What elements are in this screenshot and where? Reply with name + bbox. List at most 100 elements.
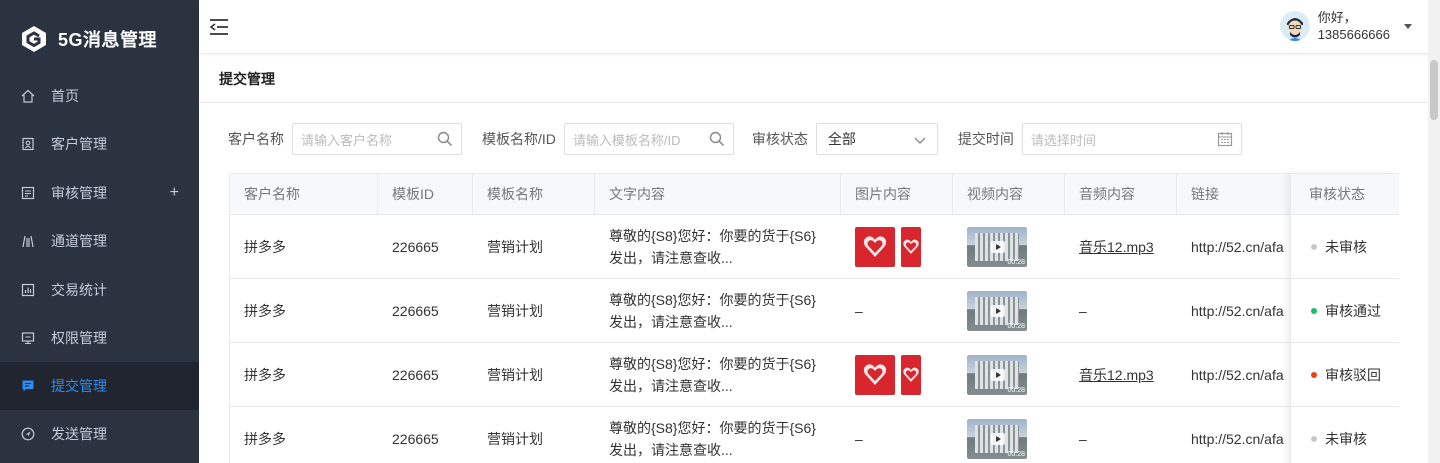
expand-icon[interactable]: + (170, 184, 179, 202)
sidebar-item-submit[interactable]: 提交管理 (0, 362, 199, 410)
column-header[interactable]: 链接 (1177, 174, 1291, 214)
status-cell: 未审核 (1291, 215, 1399, 279)
video-thumbnail[interactable]: 00:28 (967, 354, 1027, 395)
video-thumbnail[interactable]: 00:28 (967, 290, 1027, 331)
video-content-cell: 00:28 (953, 343, 1065, 406)
search-icon[interactable] (709, 131, 725, 147)
table-header: 客户名称 模板ID 模板名称 文字内容 图片内容 视频内容 音频内容 链接 (230, 173, 1398, 215)
customer-cell: 拼多多 (244, 302, 286, 319)
chevron-down-icon[interactable] (1404, 23, 1412, 29)
chevron-down-icon (913, 133, 927, 147)
audio-empty: – (1079, 430, 1087, 447)
sidebar: 5G消息管理 首页 客户管理 审核管理 + 通道管理 交易统计 权限管理 提交管… (0, 0, 199, 463)
play-icon[interactable] (991, 304, 1005, 317)
column-header[interactable]: 音频内容 (1065, 174, 1177, 214)
sidebar-item-stats[interactable]: 交易统计 (0, 266, 199, 314)
image-thumbnail[interactable] (901, 226, 921, 267)
column-header[interactable]: 视频内容 (953, 174, 1065, 214)
customer-cell: 拼多多 (244, 238, 286, 255)
video-duration: 00:28 (1007, 258, 1025, 266)
status-column-body: 未审核 审核通过 审核驳回 未审核 (1291, 215, 1399, 463)
app-title: 5G消息管理 (58, 30, 158, 50)
template-name-cell: 营销计划 (487, 430, 543, 447)
column-header[interactable]: 模板名称 (473, 174, 595, 214)
column-header[interactable]: 客户名称 (230, 174, 378, 214)
play-icon[interactable] (991, 368, 1005, 381)
status-cell: 审核通过 (1291, 279, 1399, 343)
link-cell[interactable]: http://52.cn/afa (1177, 279, 1291, 342)
time-filter-label: 提交时间 (957, 131, 1014, 147)
template-id-cell: 226665 (392, 430, 439, 447)
link-cell[interactable]: http://52.cn/afa (1177, 407, 1291, 463)
scrollbar-thumb[interactable] (1430, 60, 1438, 120)
image-empty: – (855, 302, 863, 319)
audio-content-cell: 音乐12.mp3 (1065, 343, 1177, 406)
submit-icon (20, 378, 36, 394)
home-icon (20, 88, 36, 104)
sidebar-item-review[interactable]: 审核管理 + (0, 169, 199, 217)
sidebar-item-label: 发送管理 (51, 426, 107, 442)
sidebar-item-customer[interactable]: 客户管理 (0, 120, 199, 168)
table-row: 拼多多 226665 营销计划 尊敬的{S8}您好：你要的货于{S6}发出，请注意查收… (230, 407, 1398, 463)
sidebar-item-send[interactable]: 发送管理 (0, 410, 199, 458)
customer-icon (20, 136, 36, 152)
status-text: 审核驳回 (1325, 366, 1381, 383)
filter-bar: 客户名称 请输入客户名称 模板名称/ID 请输入模板名称/ID 审核状态 全部 … (228, 123, 1242, 155)
table-row: 拼多多 226665 营销计划 尊敬的{S8}您好：你要的货于{S6}发出，请注意查收… (230, 215, 1398, 279)
sidebar-item-label: 客户管理 (51, 136, 107, 152)
customer-cell: 拼多多 (244, 430, 286, 447)
audio-content-cell: – (1065, 407, 1177, 463)
play-icon[interactable] (991, 240, 1005, 253)
page-scrollbar[interactable] (1428, 0, 1440, 463)
audio-link[interactable]: 音乐12.mp3 (1079, 237, 1154, 257)
audio-empty: – (1079, 302, 1087, 319)
image-content-cell: – (841, 407, 953, 463)
status-select[interactable]: 全部 (815, 123, 938, 155)
status-filter-label: 审核状态 (751, 131, 808, 147)
stats-icon (20, 282, 36, 298)
column-header[interactable]: 审核状态 (1291, 173, 1399, 215)
video-content-cell: 00:28 (953, 215, 1065, 278)
image-thumbnail[interactable] (855, 354, 895, 395)
status-column-fixed: 审核状态 未审核 审核通过 审核驳回 未审核 (1290, 173, 1399, 463)
video-thumbnail[interactable]: 00:28 (967, 418, 1027, 459)
user-menu[interactable]: 你好， 1385666666 (1279, 9, 1412, 43)
play-icon[interactable] (991, 432, 1005, 445)
video-thumbnail[interactable]: 00:28 (967, 226, 1027, 267)
sidebar-item-channel[interactable]: 通道管理 (0, 217, 199, 265)
template-filter-label: 模板名称/ID (482, 131, 556, 147)
image-content-cell (841, 343, 953, 406)
status-select-value: 全部 (827, 131, 856, 147)
column-header[interactable]: 图片内容 (841, 174, 953, 214)
sidebar-item-permission[interactable]: 权限管理 (0, 314, 199, 362)
permission-icon (20, 330, 36, 346)
menu-collapse-icon[interactable] (209, 18, 229, 36)
sidebar-item-home[interactable]: 首页 (0, 72, 199, 120)
template-search-input[interactable]: 请输入模板名称/ID (563, 123, 734, 155)
template-name-cell: 营销计划 (487, 366, 543, 383)
video-duration: 00:28 (1007, 322, 1025, 330)
link-cell[interactable]: http://52.cn/afa (1177, 343, 1291, 406)
submission-table: 客户名称 模板ID 模板名称 文字内容 图片内容 视频内容 音频内容 链接 拼多… (229, 173, 1399, 463)
logo: 5G消息管理 (0, 0, 199, 78)
template-name-cell: 营销计划 (487, 302, 543, 319)
time-picker-input[interactable]: 请选择时间 (1021, 123, 1242, 155)
column-header[interactable]: 文字内容 (595, 174, 841, 214)
template-search-placeholder: 请输入模板名称/ID (572, 132, 681, 148)
link-cell[interactable]: http://52.cn/afa (1177, 215, 1291, 278)
audio-content-cell: – (1065, 279, 1177, 342)
app-root: 5G消息管理 首页 客户管理 审核管理 + 通道管理 交易统计 权限管理 提交管… (0, 0, 1440, 463)
table-body: 拼多多 226665 营销计划 尊敬的{S8}您好：你要的货于{S6}发出，请注意查收… (230, 215, 1398, 463)
calendar-icon[interactable] (1217, 131, 1233, 147)
image-thumbnail[interactable] (855, 226, 895, 267)
template-id-cell: 226665 (392, 238, 439, 255)
search-icon[interactable] (437, 131, 453, 147)
greeting-text: 你好， (1317, 10, 1357, 25)
review-icon (20, 185, 36, 201)
time-picker-placeholder: 请选择时间 (1030, 132, 1096, 148)
image-thumbnail[interactable] (901, 354, 921, 395)
column-header[interactable]: 模板ID (378, 174, 473, 214)
audio-link[interactable]: 音乐12.mp3 (1079, 365, 1154, 385)
customer-search-input[interactable]: 请输入客户名称 (292, 123, 462, 155)
table-row: 拼多多 226665 营销计划 尊敬的{S8}您好：你要的货于{S6}发出，请注意查收… (230, 343, 1398, 407)
